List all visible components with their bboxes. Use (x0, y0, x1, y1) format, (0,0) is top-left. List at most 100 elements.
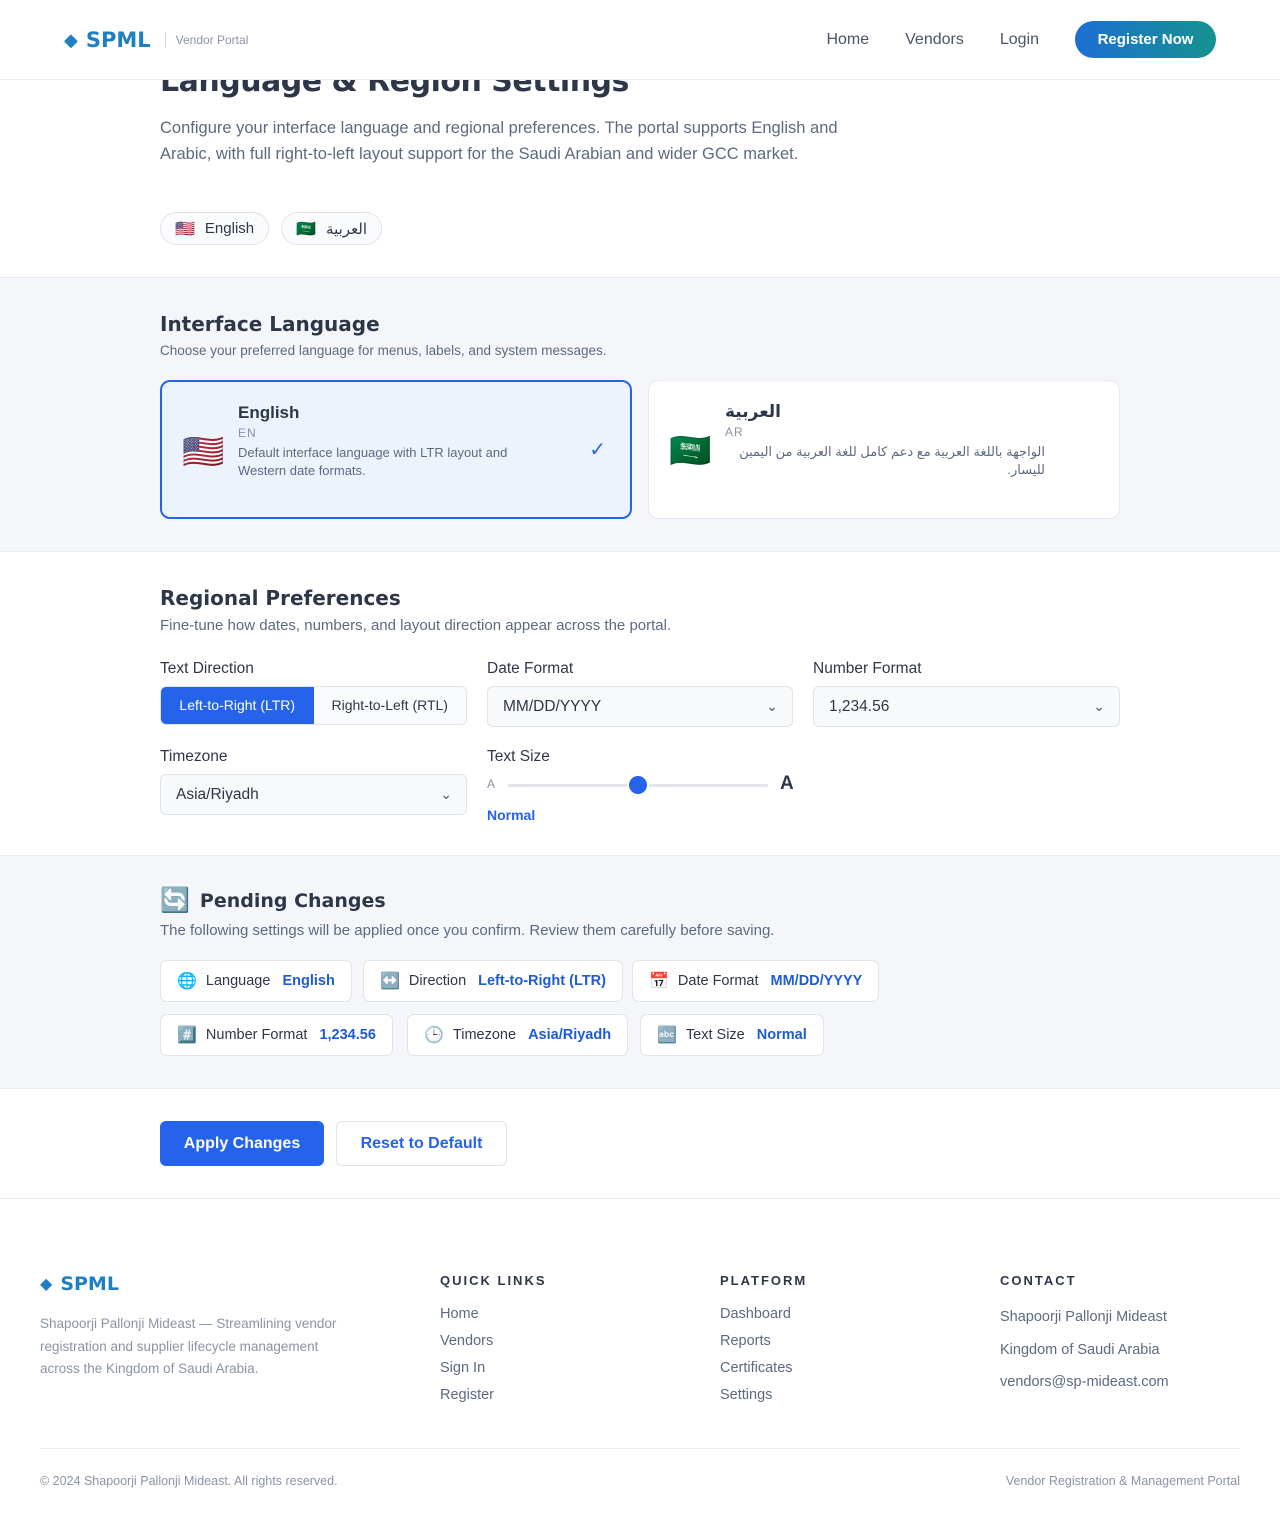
diamond-icon: ◆ (64, 30, 78, 50)
chevron-down-icon: ⌄ (766, 698, 778, 714)
globe-icon: 🌐 (177, 973, 197, 990)
footer-divider (40, 1448, 1240, 1449)
sa-flag-icon: 🇸🇦 (296, 220, 317, 238)
nav-login-link[interactable]: Login (1000, 21, 1039, 58)
language-chips: 🇺🇸 English 🇸🇦 العربية (160, 212, 394, 245)
apply-changes-button[interactable]: Apply Changes (160, 1121, 324, 1166)
brand-name: SPML (85, 28, 151, 52)
chevron-down-icon: ⌄ (1093, 698, 1105, 714)
brand-subtitle: Vendor Portal (175, 33, 249, 47)
pending-item-label: Date Format (677, 973, 759, 989)
pending-item-text-size: 🔤 Text Size Normal (640, 1014, 824, 1056)
language-code: AR (725, 425, 744, 439)
footer-link-dashboard[interactable]: Dashboard (720, 1301, 807, 1328)
chip-arabic[interactable]: 🇸🇦 العربية (281, 212, 383, 245)
pending-item-value: Asia/Riyadh (528, 1027, 612, 1043)
number-format-label: Number Format (813, 660, 922, 677)
sa-flag-icon: 🇸🇦 (669, 432, 712, 470)
date-format-select[interactable]: MM/DD/YYYY ⌄ (487, 686, 793, 727)
footer-column-title: CONTACT (1000, 1273, 1077, 1288)
footer-column-title: QUICK LINKS (440, 1273, 547, 1288)
slider-track[interactable] (508, 776, 768, 794)
language-card-english[interactable]: 🇺🇸 English EN Default interface language… (160, 380, 632, 519)
diamond-icon: ◆ (40, 1276, 53, 1293)
date-format-label: Date Format (487, 660, 574, 677)
site-footer: ◆ SPML Shapoorji Pallonji Mideast — Stre… (0, 1198, 1280, 1514)
chip-english[interactable]: 🇺🇸 English (160, 212, 270, 245)
footer-brand[interactable]: ◆ SPML (40, 1273, 119, 1295)
pending-changes-subtitle: The following settings will be applied o… (160, 922, 775, 939)
footer-copyright: © 2024 Shapoorji Pallonji Mideast. All r… (40, 1474, 338, 1488)
language-description: Default interface language with LTR layo… (238, 445, 508, 478)
language-name: English (238, 403, 300, 422)
text-direction-toggle: Left-to-Right (LTR) Right-to-Left (RTL) (160, 686, 467, 725)
footer-quick-links: QUICK LINKS Home Vendors Sign In Registe… (440, 1273, 547, 1409)
pending-item-value: Normal (756, 1027, 807, 1043)
contact-company: Shapoorji Pallonji Mideast (1000, 1309, 1167, 1325)
pending-item-value: Left-to-Right (LTR) (478, 973, 606, 989)
language-card-arabic[interactable]: 🇸🇦 العربية AR الواجهة باللغة العربية مع … (648, 380, 1120, 519)
regional-preferences-subtitle: Fine-tune how dates, numbers, and layout… (160, 617, 672, 634)
footer-column-title: PLATFORM (720, 1273, 808, 1288)
check-icon: ✓ (589, 439, 606, 461)
direction-rtl-option[interactable]: Right-to-Left (RTL) (314, 687, 467, 724)
interface-language-title: Interface Language (160, 312, 380, 336)
pending-item-label: Direction (408, 973, 467, 989)
number-format-select[interactable]: 1,234.56 ⌄ (813, 686, 1120, 727)
slider-thumb[interactable] (629, 776, 647, 794)
footer-link-home[interactable]: Home (440, 1301, 547, 1328)
footer-brand-name: SPML (60, 1273, 119, 1295)
brand-logo[interactable]: ◆ SPML Vendor Portal (64, 26, 248, 54)
contact-email-link[interactable]: vendors@sp-mideast.com (1000, 1366, 1169, 1399)
left-right-arrow-icon: ↔️ (380, 973, 400, 990)
footer-link-certificates[interactable]: Certificates (720, 1355, 807, 1382)
chip-label: English (204, 220, 255, 237)
abc-icon: 🔤 (657, 1027, 677, 1044)
text-size-small-icon: A (487, 777, 496, 791)
main-nav: Home Vendors Login Register Now (826, 21, 1216, 58)
chevron-down-icon: ⌄ (440, 786, 452, 802)
date-format-value: MM/DD/YYYY (503, 698, 602, 715)
direction-ltr-option[interactable]: Left-to-Right (LTR) (161, 687, 314, 724)
pending-item-label: Language (205, 973, 271, 989)
hash-icon: #️⃣ (177, 1027, 197, 1044)
footer-link-reports[interactable]: Reports (720, 1328, 807, 1355)
pending-item-label: Timezone (452, 1027, 517, 1043)
text-size-slider: A A (487, 772, 797, 798)
pending-changes-title: Pending Changes (199, 890, 386, 912)
pending-item-label: Text Size (685, 1027, 745, 1043)
us-flag-icon: 🇺🇸 (175, 220, 195, 238)
footer-link-vendors[interactable]: Vendors (440, 1328, 547, 1355)
text-direction-label: Text Direction (160, 660, 254, 677)
pending-item-number-format: #️⃣ Number Format 1,234.56 (160, 1014, 393, 1056)
footer-tagline: Vendor Registration & Management Portal (1005, 1474, 1240, 1488)
reset-to-default-button[interactable]: Reset to Default (336, 1121, 507, 1166)
us-flag-icon: 🇺🇸 (182, 433, 225, 471)
pending-item-direction: ↔️ Direction Left-to-Right (LTR) (363, 960, 623, 1002)
footer-contact: CONTACT Shapoorji Pallonji Mideast Kingd… (1000, 1273, 1169, 1399)
language-description: الواجهة باللغة العربية مع دعم كامل للغة … (739, 444, 1045, 477)
timezone-label: Timezone (160, 748, 228, 765)
footer-link-sign-in[interactable]: Sign In (440, 1355, 547, 1382)
interface-language-subtitle: Choose your preferred language for menus… (160, 343, 607, 358)
pending-item-label: Number Format (205, 1027, 308, 1043)
register-now-button[interactable]: Register Now (1075, 21, 1216, 58)
text-size-large-icon: A (780, 773, 794, 794)
footer-description: Shapoorji Pallonji Mideast — Streamlinin… (40, 1316, 337, 1376)
regional-preferences-title: Regional Preferences (160, 586, 401, 610)
footer-link-settings[interactable]: Settings (720, 1382, 807, 1409)
page-description: Configure your interface language and re… (160, 119, 838, 163)
text-size-value: Normal (487, 807, 536, 823)
nav-home-link[interactable]: Home (826, 21, 869, 58)
chip-label: العربية (326, 220, 368, 238)
timezone-select[interactable]: Asia/Riyadh ⌄ (160, 774, 467, 815)
language-code: EN (238, 426, 257, 440)
pending-item-value: English (282, 973, 335, 989)
brand-divider (164, 32, 166, 48)
footer-link-register[interactable]: Register (440, 1382, 547, 1409)
site-header: ◆ SPML Vendor Portal Home Vendors Login … (0, 0, 1280, 80)
calendar-icon: 📅 (649, 973, 669, 990)
timezone-value: Asia/Riyadh (176, 786, 259, 803)
nav-vendors-link[interactable]: Vendors (905, 21, 964, 58)
refresh-icon: 🔄 (160, 887, 190, 914)
